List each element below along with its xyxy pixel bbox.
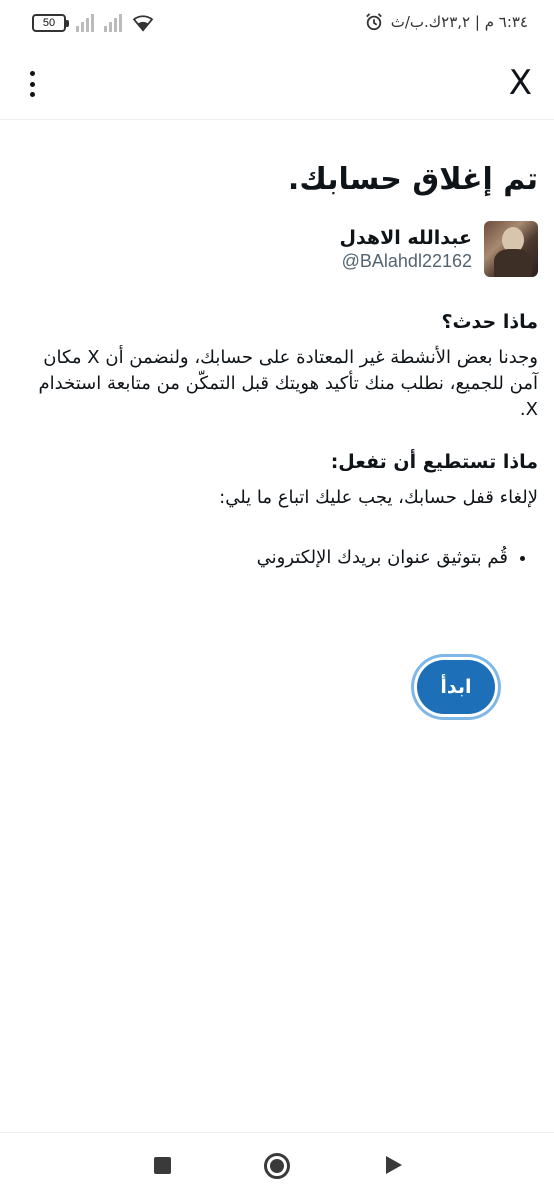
more-vertical-icon[interactable] bbox=[22, 68, 42, 100]
app-bar: X bbox=[0, 50, 554, 120]
alarm-icon bbox=[365, 13, 382, 31]
account-card: عبدالله الاهدل @BAlahdl22162 bbox=[18, 221, 538, 277]
what-to-do-text: لإلغاء قفل حسابك، يجب عليك اتباع ما يلي: bbox=[219, 487, 538, 509]
what-happened-text: وجدنا بعض الأنشطة غير المعتادة على حسابك… bbox=[38, 347, 538, 421]
main-content: تم إغلاق حسابك. عبدالله الاهدل @BAlahdl2… bbox=[18, 150, 538, 568]
home-icon[interactable] bbox=[264, 1153, 290, 1179]
what-to-do-heading: ماذا تستطيع أن تفعل: bbox=[330, 451, 538, 474]
status-icons: 50 bbox=[32, 14, 154, 32]
close-button[interactable]: X bbox=[509, 66, 532, 100]
recents-icon[interactable] bbox=[154, 1157, 171, 1174]
wifi-icon bbox=[132, 15, 154, 32]
status-right: ٦:٣٤ م | ٢٣,٢ك.ب/ث bbox=[365, 13, 528, 31]
avatar bbox=[484, 221, 538, 277]
what-happened-heading: ماذا حدث؟ bbox=[441, 311, 538, 333]
start-button[interactable]: ابدأ bbox=[417, 660, 495, 714]
battery-icon: 50 bbox=[32, 14, 69, 32]
status-time: ٦:٣٤ م | ٢٣,٢ك.ب/ث bbox=[390, 13, 528, 31]
account-handle: @BAlahdl22162 bbox=[341, 250, 472, 271]
battery-level: 50 bbox=[42, 17, 56, 29]
system-nav-bar bbox=[0, 1132, 554, 1200]
back-icon[interactable] bbox=[386, 1156, 402, 1174]
list-item: قُم بتوثيق عنوان بريدك الإلكتروني bbox=[18, 547, 508, 568]
account-name: عبدالله الاهدل bbox=[339, 226, 472, 249]
signal-icon bbox=[76, 14, 94, 32]
steps-list: قُم بتوثيق عنوان بريدك الإلكتروني bbox=[18, 547, 538, 568]
status-bar: 50 ٦:٣٤ م | ٢٣,٢ك.ب/ث bbox=[0, 0, 554, 50]
page-title: تم إغلاق حسابك. bbox=[287, 162, 538, 197]
signal-icon-2 bbox=[104, 14, 122, 32]
